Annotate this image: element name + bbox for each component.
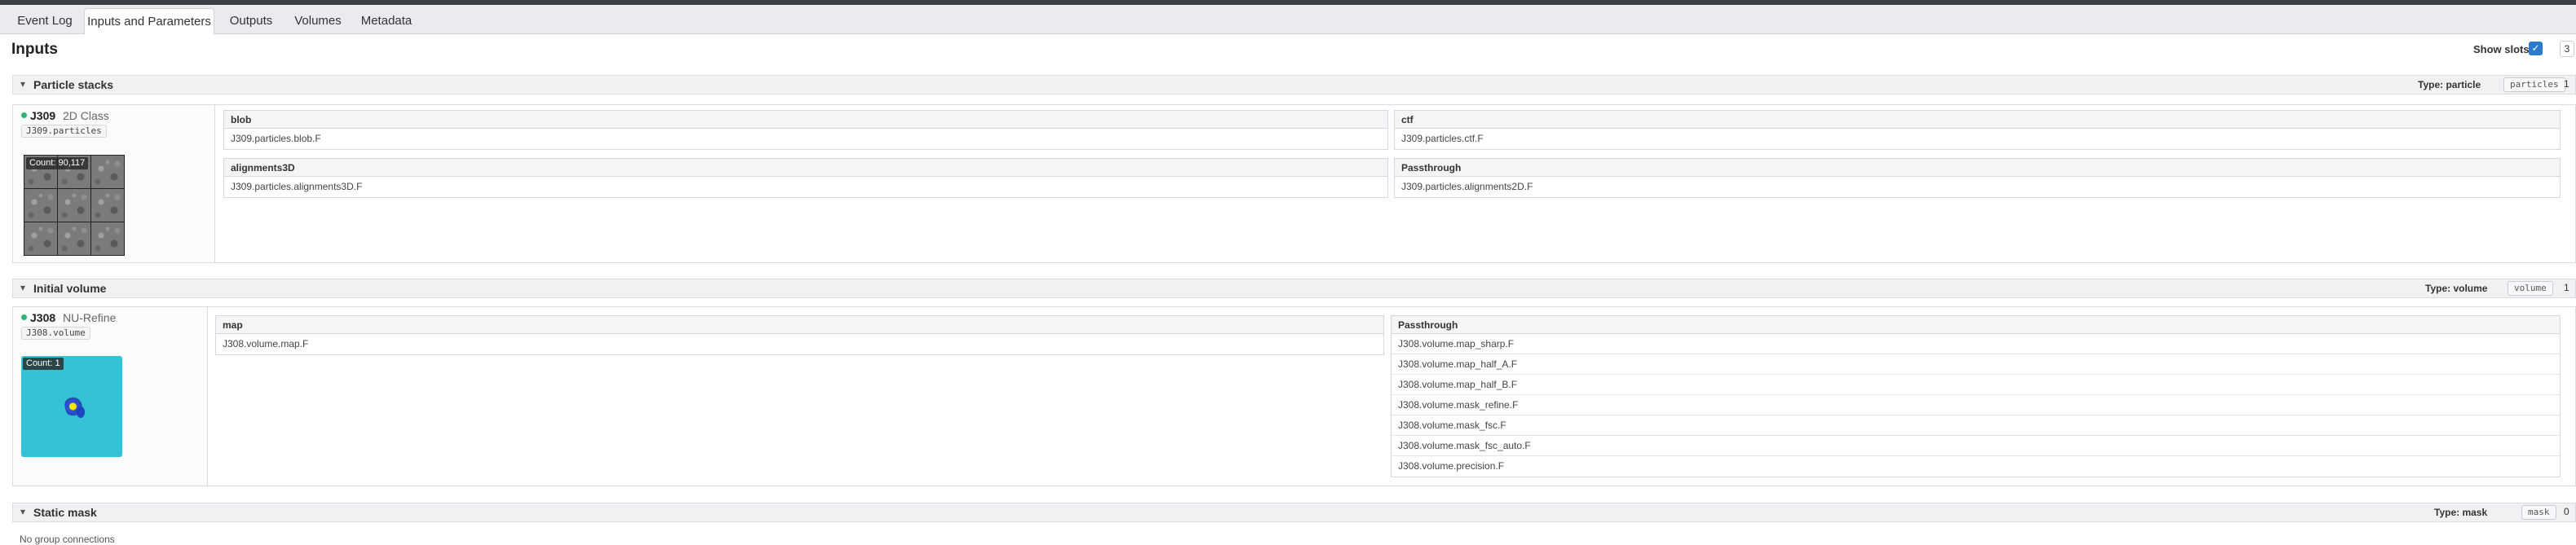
particle-thumbnail (58, 222, 90, 255)
section-title: Particle stacks (33, 78, 114, 91)
type-pill: volume (2508, 281, 2553, 296)
tab-outputs[interactable]: Outputs (220, 8, 282, 34)
job-output-name: J308.volume (21, 327, 90, 340)
slot-name: blob (224, 111, 1387, 129)
volume-thumbnail[interactable]: Count: 1 (21, 356, 122, 457)
slot-name: ctf (1395, 111, 2560, 129)
type-count: 1 (2564, 78, 2569, 90)
slot-value: J309.particles.alignments2D.F (1401, 181, 1533, 192)
slot-name: map (216, 316, 1383, 334)
slot-value: J309.particles.alignments3D.F (231, 181, 363, 192)
slot-blob: blob J309.particles.blob.F (223, 110, 1388, 150)
type-count: 0 (2564, 506, 2569, 517)
tab-metadata[interactable]: Metadata (354, 8, 419, 34)
section-header-particle-stacks[interactable]: ▾ Particle stacks Type: particle particl… (12, 75, 2576, 94)
slot-name: Passthrough (1395, 159, 2560, 177)
slot-passthrough: Passthrough J309.particles.alignments2D.… (1394, 158, 2561, 198)
slot-value: J308.volume.map_half_A.F (1392, 354, 2560, 375)
slot-map: map J308.volume.map.F (215, 315, 1384, 355)
slot-value: J308.volume.mask_fsc.F (1392, 415, 2560, 436)
slot-name: Passthrough (1392, 316, 2560, 334)
count-badge: Count: 1 (23, 358, 64, 370)
tab-event-log[interactable]: Event Log (10, 8, 80, 34)
checkmark-icon: ✓ (2531, 42, 2540, 54)
particle-thumbnail (91, 156, 124, 188)
section-header-initial-volume[interactable]: ▾ Initial volume Type: volume volume 1 (12, 279, 2576, 298)
slot-value: J309.particles.ctf.F (1401, 133, 1484, 144)
slot-alignments3d: alignments3D J309.particles.alignments3D… (223, 158, 1388, 198)
job-type: 2D Class (63, 109, 109, 122)
job-output-name: J309.particles (21, 125, 107, 138)
count-badge: Count: 90,117 (26, 157, 89, 169)
particle-thumbnail (91, 189, 124, 222)
type-label: Type: particle (2418, 79, 2481, 90)
job-card[interactable]: J309 2D Class J309.particles Count: 90,1… (13, 105, 215, 262)
particle-thumbnail (24, 222, 57, 255)
chevron-down-icon[interactable]: ▾ (20, 506, 25, 517)
slot-value: J308.volume.mask_refine.F (1392, 395, 2560, 415)
slot-passthrough: Passthrough J308.volume.map_sharp.F J308… (1391, 315, 2561, 477)
type-count: 1 (2564, 282, 2569, 293)
status-dot-icon (21, 112, 27, 118)
section-header-static-mask[interactable]: ▾ Static mask Type: mask mask 0 (12, 503, 2576, 522)
volume-render-detail (77, 407, 85, 418)
particle-thumbnail (91, 222, 124, 255)
slot-value: J308.volume.mask_fsc_auto.F (1392, 436, 2560, 456)
type-label: Type: volume (2425, 283, 2488, 294)
section-body-particle-stacks: J309 2D Class J309.particles Count: 90,1… (12, 104, 2576, 263)
slot-value: J308.volume.map_half_B.F (1392, 375, 2560, 395)
slot-value: J308.volume.map_sharp.F (1392, 334, 2560, 354)
tab-inputs-and-parameters[interactable]: Inputs and Parameters (84, 8, 214, 35)
slot-name: alignments3D (224, 159, 1387, 177)
section-body-initial-volume: J308 NU-Refine J308.volume Count: 1 map … (12, 306, 2576, 486)
particle-thumbnail-grid[interactable]: Count: 90,117 (24, 155, 125, 256)
slot-ctf: ctf J309.particles.ctf.F (1394, 110, 2561, 150)
particle-thumbnail (24, 189, 57, 222)
type-label: Type: mask (2434, 507, 2488, 518)
section-title: Initial volume (33, 282, 107, 295)
job-type: NU-Refine (63, 311, 117, 324)
show-slots-checkbox[interactable]: ✓ (2529, 42, 2543, 55)
job-card[interactable]: J308 NU-Refine J308.volume Count: 1 (13, 307, 208, 486)
slot-value: J308.volume.precision.F (1398, 460, 1505, 472)
job-id[interactable]: J308 (30, 311, 55, 324)
empty-state-text: No group connections (20, 534, 115, 545)
type-pill: mask (2521, 505, 2556, 520)
job-id[interactable]: J309 (30, 109, 55, 122)
page-title: Inputs (11, 41, 58, 58)
section-title: Static mask (33, 506, 97, 519)
show-slots-label: Show slots (2473, 43, 2530, 55)
slot-value: J309.particles.blob.F (231, 133, 321, 144)
chevron-down-icon[interactable]: ▾ (20, 282, 25, 293)
chevron-down-icon[interactable]: ▾ (20, 78, 25, 90)
slot-value: J308.volume.map.F (223, 338, 309, 349)
status-dot-icon (21, 314, 27, 320)
tab-bar: Event Log Inputs and Parameters Outputs … (0, 5, 2576, 35)
show-slots-count: 3 (2560, 41, 2574, 57)
type-pill: particles (2503, 77, 2565, 92)
particle-thumbnail (58, 189, 90, 222)
tab-volumes[interactable]: Volumes (287, 8, 349, 34)
